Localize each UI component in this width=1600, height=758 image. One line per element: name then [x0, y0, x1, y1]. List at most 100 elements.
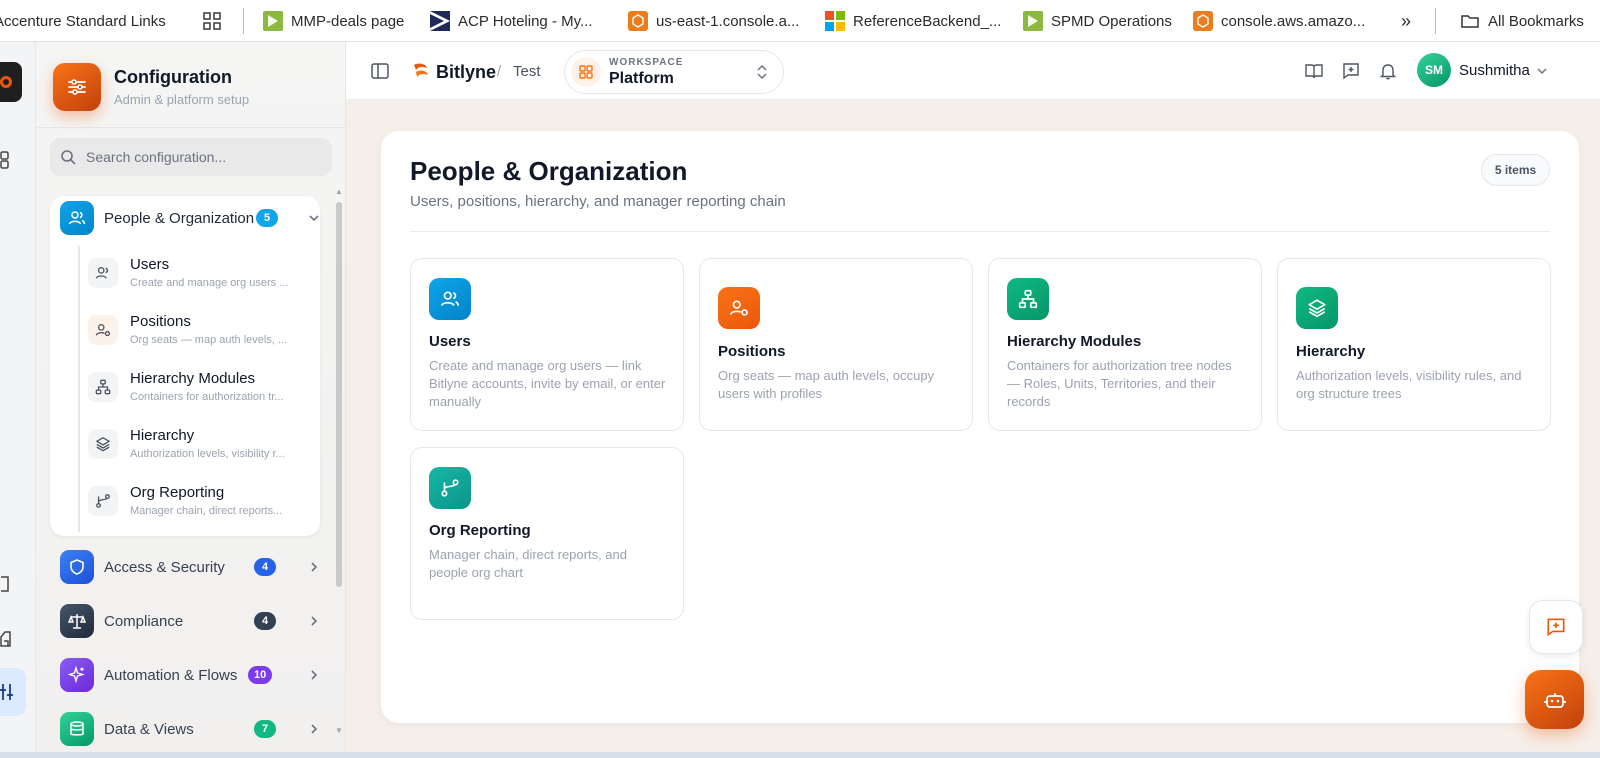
database-icon — [60, 712, 94, 746]
config-search-input[interactable] — [86, 149, 306, 165]
git-branch-icon — [429, 467, 471, 509]
bell-icon[interactable] — [1378, 61, 1398, 81]
bookmark-label: ReferenceBackend_... — [853, 12, 1002, 30]
chevron-down-icon[interactable] — [1536, 65, 1548, 77]
count-badge: 4 — [254, 612, 276, 630]
nav-group-access-security[interactable]: Access & Security 4 — [50, 547, 330, 587]
nav-group-label: Automation & Flows — [104, 666, 238, 684]
count-badge: 5 — [256, 209, 278, 227]
count-badge: 7 — [254, 720, 276, 738]
scale-icon — [60, 604, 94, 638]
apps-grid-icon[interactable] — [203, 0, 221, 41]
nav-group-label: People & Organization — [104, 209, 255, 227]
module-card-org-reporting[interactable]: Org Reporting Manager chain, direct repo… — [410, 447, 684, 620]
card-description: Create and manage org users — link Bitly… — [429, 358, 666, 409]
sidebar-item-title: Users — [130, 256, 170, 273]
bookmark-label: console.aws.amazo... — [1221, 12, 1366, 30]
bookmark-divider — [243, 8, 244, 34]
card-description: Manager chain, direct reports, and peopl… — [429, 547, 627, 580]
feedback-button[interactable] — [1529, 600, 1583, 654]
sidebar-item-desc: Containers for authorization tr... — [130, 391, 284, 403]
bookmark-label: SPMD Operations — [1051, 12, 1172, 30]
workspace-label: WORKSPACE — [609, 57, 684, 68]
sidebar-title: Configuration — [114, 67, 232, 87]
bookmark-mmp-deals[interactable]: MMP-deals page — [263, 0, 404, 41]
scroll-down-arrow-icon[interactable]: ▼ — [335, 726, 343, 735]
breadcrumb-current[interactable]: Test — [513, 63, 541, 80]
assistant-bot-button[interactable] — [1525, 670, 1584, 729]
workspace-grid-icon — [571, 57, 601, 87]
chevron-right-icon — [311, 616, 318, 626]
scroll-up-arrow-icon[interactable]: ▲ — [335, 187, 343, 196]
window-bottom-edge — [0, 752, 1600, 758]
module-card-users[interactable]: Users Create and manage org users — link… — [410, 258, 684, 431]
layers-icon — [88, 429, 118, 459]
bitlyne-logo-icon — [414, 63, 428, 77]
sidebar-item-title: Hierarchy — [130, 427, 195, 444]
store-nav-icon[interactable] — [0, 629, 24, 653]
module-card-hierarchy-modules[interactable]: Hierarchy Modules Containers for authori… — [988, 258, 1262, 431]
bookmark-label: Accenture Standard Links — [0, 12, 166, 30]
sidebar-item-hierarchy-modules[interactable]: Hierarchy Modules Containers for authori… — [88, 366, 318, 416]
all-bookmarks-button[interactable]: All Bookmarks — [1460, 0, 1584, 41]
bookmark-reference-backend[interactable]: ReferenceBackend_... — [825, 0, 1002, 41]
user-name[interactable]: Sushmitha — [1459, 62, 1530, 79]
brand-name[interactable]: Bitlyne — [436, 62, 496, 83]
all-bookmarks-label: All Bookmarks — [1488, 12, 1584, 30]
card-description: Authorization levels, visibility rules, … — [1296, 368, 1522, 401]
sidebar-header: Configuration Admin & platform setup — [36, 42, 346, 128]
sidebar-item-users[interactable]: Users Create and manage org users ... — [88, 252, 318, 302]
message-plus-icon[interactable] — [1341, 61, 1361, 81]
bookmark-spmd-operations[interactable]: SPMD Operations — [1023, 0, 1172, 41]
count-badge: 4 — [254, 558, 276, 576]
bookmark-label: us-east-1.console.a... — [656, 12, 800, 30]
tree-guide-line — [78, 246, 80, 532]
app-logo-icon[interactable] — [0, 62, 22, 102]
module-card-hierarchy[interactable]: Hierarchy Authorization levels, visibili… — [1277, 258, 1551, 431]
sliders-icon — [53, 63, 101, 111]
bookmark-accenture[interactable]: Accenture Standard Links — [0, 0, 166, 41]
nav-group-automation-flows[interactable]: Automation & Flows 10 — [50, 655, 330, 695]
bot-icon — [1543, 692, 1566, 708]
bookmark-acp-hoteling[interactable]: ACP Hoteling - My... — [430, 0, 593, 41]
more-bookmarks-button[interactable]: » — [1401, 0, 1411, 41]
module-card-positions[interactable]: Positions Org seats — map auth levels, o… — [699, 258, 973, 431]
sidebar-item-hierarchy[interactable]: Hierarchy Authorization levels, visibili… — [88, 423, 318, 473]
app-rail — [0, 42, 36, 758]
card-title: Hierarchy — [1296, 343, 1366, 360]
nav-group-label: Data & Views — [104, 720, 194, 738]
grid-nav-icon[interactable] — [0, 150, 24, 174]
shield-icon — [60, 550, 94, 584]
chevron-right-icon — [311, 562, 318, 572]
book-nav-icon[interactable] — [0, 574, 24, 598]
sidebar-scrollbar[interactable] — [336, 202, 342, 587]
workspace-value: Platform — [609, 70, 674, 87]
sidebar-toggle-icon[interactable] — [370, 61, 390, 81]
sidebar-item-positions[interactable]: Positions Org seats — map auth levels, .… — [88, 309, 318, 359]
nav-group-compliance[interactable]: Compliance 4 — [50, 601, 330, 641]
search-icon — [61, 150, 76, 165]
config-search[interactable] — [50, 138, 332, 176]
book-open-icon[interactable] — [1304, 61, 1324, 81]
nav-group-label: Access & Security — [104, 558, 225, 576]
sidebar-item-desc: Org seats — map auth levels, ... — [130, 334, 288, 346]
user-cog-icon — [718, 287, 760, 329]
git-branch-icon — [88, 486, 118, 516]
sidebar-item-org-reporting[interactable]: Org Reporting Manager chain, direct repo… — [88, 480, 318, 530]
settings-sliders-nav-icon[interactable] — [0, 668, 26, 716]
nav-group-data-views[interactable]: Data & Views 7 — [50, 709, 330, 749]
sharepoint-icon — [1023, 11, 1043, 31]
nav-group-header-people-organization[interactable]: People & Organization 5 — [50, 198, 330, 238]
sidebar-item-desc: Create and manage org users ... — [130, 277, 289, 289]
bookmark-aws-console-2[interactable]: console.aws.amazo... — [1193, 0, 1366, 41]
avatar[interactable]: SM — [1417, 53, 1451, 87]
top-bar: Bitlyne / Test WORKSPACE Platform SM Sus… — [346, 42, 1600, 100]
sharepoint-icon — [263, 11, 283, 31]
sidebar-item-desc: Manager chain, direct reports... — [130, 505, 283, 517]
layers-icon — [1296, 287, 1338, 329]
sparkles-icon — [60, 658, 94, 692]
chevrons-up-down-icon — [757, 64, 767, 80]
bookmark-aws-console-1[interactable]: us-east-1.console.a... — [628, 0, 800, 41]
workspace-switcher[interactable]: WORKSPACE Platform — [564, 50, 784, 94]
sidebar-item-title: Org Reporting — [130, 484, 225, 501]
